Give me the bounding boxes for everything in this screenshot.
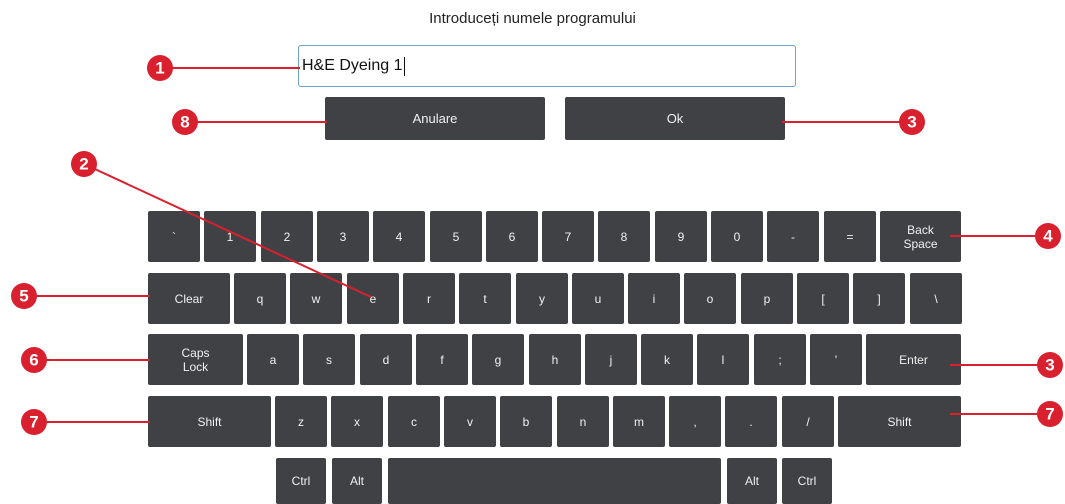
callout-3b-marker xyxy=(1037,352,1063,378)
callout-5-label: 5 xyxy=(19,287,28,306)
key-row3-3[interactable]: f xyxy=(416,334,468,385)
key-row1-4[interactable]: 4 xyxy=(373,211,425,262)
key-row3-7[interactable]: k xyxy=(641,334,693,385)
key-row1-9[interactable]: 9 xyxy=(655,211,707,262)
right-ctrl-key[interactable]: Ctrl xyxy=(782,458,832,504)
callout-7b-label: 7 xyxy=(1045,405,1054,424)
key-row3-8[interactable]: l xyxy=(697,334,749,385)
left-shift-key[interactable]: Shift xyxy=(148,396,271,447)
key-row1-6[interactable]: 6 xyxy=(486,211,538,262)
callout-7a-marker xyxy=(21,409,47,435)
right-alt-key[interactable]: Alt xyxy=(727,458,777,504)
key-row1-3[interactable]: 3 xyxy=(317,211,369,262)
key-row3-9[interactable]: ; xyxy=(754,334,806,385)
key-row3-4[interactable]: g xyxy=(472,334,524,385)
key-row2-8[interactable]: o xyxy=(684,273,736,324)
key-row2-6[interactable]: u xyxy=(572,273,624,324)
enter-key[interactable]: Enter xyxy=(866,334,961,385)
callout-8-label: 8 xyxy=(180,113,189,132)
key-row4-8[interactable]: . xyxy=(725,396,777,447)
callout-4-marker xyxy=(1035,223,1061,249)
program-name-input[interactable]: H&E Dyeing 1 xyxy=(298,45,796,87)
key-row1-12[interactable]: = xyxy=(824,211,876,262)
key-row2-9[interactable]: p xyxy=(741,273,793,324)
key-row4-9[interactable]: / xyxy=(782,396,834,447)
key-row4-5[interactable]: n xyxy=(557,396,609,447)
space-key[interactable] xyxy=(388,458,721,504)
callout-2-marker xyxy=(71,151,97,177)
callout-6-label: 6 xyxy=(29,351,38,370)
left-ctrl-key[interactable]: Ctrl xyxy=(276,458,326,504)
callout-7b-marker xyxy=(1037,401,1063,427)
key-row1-7[interactable]: 7 xyxy=(542,211,594,262)
key-row2-0[interactable]: q xyxy=(234,273,286,324)
key-row3-1[interactable]: s xyxy=(303,334,355,385)
key-row1-5[interactable]: 5 xyxy=(430,211,482,262)
backspace-key[interactable]: Back Space xyxy=(880,211,961,262)
key-row3-0[interactable]: a xyxy=(247,334,299,385)
key-row3-2[interactable]: d xyxy=(360,334,412,385)
key-row2-2[interactable]: e xyxy=(347,273,399,324)
clear-key[interactable]: Clear xyxy=(148,273,230,324)
key-row4-4[interactable]: b xyxy=(500,396,552,447)
key-row2-11[interactable]: ] xyxy=(853,273,905,324)
text-caret xyxy=(403,56,405,76)
ok-button[interactable]: Ok xyxy=(565,97,785,140)
callout-2-label: 2 xyxy=(79,155,88,174)
key-row2-3[interactable]: r xyxy=(403,273,455,324)
key-row4-3[interactable]: v xyxy=(444,396,496,447)
callout-5-marker xyxy=(11,283,37,309)
callout-3b-label: 3 xyxy=(1045,356,1054,375)
key-row3-5[interactable]: h xyxy=(529,334,581,385)
key-row2-1[interactable]: w xyxy=(290,273,342,324)
program-name-value: H&E Dyeing 1 xyxy=(302,57,403,74)
key-row4-2[interactable]: c xyxy=(388,396,440,447)
key-row2-12[interactable]: \ xyxy=(910,273,962,324)
callout-4-label: 4 xyxy=(1043,227,1053,246)
key-row2-7[interactable]: i xyxy=(628,273,680,324)
key-row3-6[interactable]: j xyxy=(585,334,637,385)
key-row3-10[interactable]: ' xyxy=(810,334,862,385)
key-row4-6[interactable]: m xyxy=(613,396,665,447)
key-row4-1[interactable]: x xyxy=(331,396,383,447)
key-row4-7[interactable]: , xyxy=(669,396,721,447)
right-shift-key[interactable]: Shift xyxy=(838,396,961,447)
callout-1-label: 1 xyxy=(155,59,164,78)
key-row2-10[interactable]: [ xyxy=(797,273,849,324)
key-row1-0[interactable]: ` xyxy=(148,211,200,262)
key-row1-1[interactable]: 1 xyxy=(204,211,256,262)
callout-3a-label: 3 xyxy=(907,113,916,132)
key-row1-2[interactable]: 2 xyxy=(261,211,313,262)
cancel-button[interactable]: Anulare xyxy=(325,97,545,140)
key-row1-10[interactable]: 0 xyxy=(711,211,763,262)
left-alt-key[interactable]: Alt xyxy=(332,458,382,504)
key-row4-0[interactable]: z xyxy=(275,396,327,447)
key-row1-11[interactable]: - xyxy=(767,211,819,262)
caps-lock-key[interactable]: Caps Lock xyxy=(148,334,243,385)
key-row1-8[interactable]: 8 xyxy=(598,211,650,262)
dialog-title: Introduceți numele programului xyxy=(429,10,636,27)
callout-7a-label: 7 xyxy=(29,413,38,432)
callout-3a-marker xyxy=(899,109,925,135)
callout-8-marker xyxy=(172,109,198,135)
key-row2-4[interactable]: t xyxy=(459,273,511,324)
callout-6-marker xyxy=(21,347,47,373)
key-row2-5[interactable]: y xyxy=(516,273,568,324)
callout-1-marker xyxy=(147,55,173,81)
